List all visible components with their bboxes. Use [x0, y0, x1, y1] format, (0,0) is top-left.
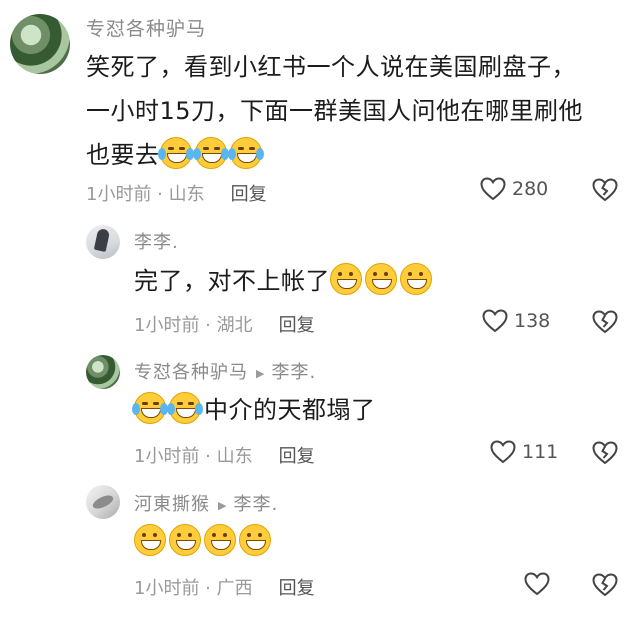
broken-heart-icon[interactable] — [592, 441, 618, 465]
laugh-cry-emoji — [227, 137, 264, 169]
like-button[interactable] — [524, 572, 556, 596]
laugh-cry-emoji — [167, 392, 203, 424]
heart-outline-icon — [482, 309, 508, 333]
laugh-cry-emoji — [192, 137, 229, 169]
grin-emoji — [134, 524, 166, 556]
comment-text-line: 也要去 — [86, 133, 583, 177]
like-button[interactable]: 280 — [480, 177, 548, 201]
broken-heart-icon[interactable] — [592, 178, 618, 202]
comment-meta: 1小时前 · 山东 回复 — [134, 442, 315, 468]
comment-author-line: 河東撕猴 ▶ 李李. — [134, 490, 278, 516]
heart-outline-icon — [524, 572, 550, 596]
grin-emoji — [204, 524, 236, 556]
comment-text: 笑死了，看到小红书一个人说在美国刷盘子， 一小时15刀，下面一群美国人问他在哪里… — [86, 45, 583, 177]
reply-arrow-icon: ▶ — [256, 366, 266, 380]
comment-author[interactable]: 河東撕猴 — [134, 494, 210, 515]
comment-text-line: 一小时15刀，下面一群美国人问他在哪里刷他 — [86, 97, 584, 125]
grin-emoji — [169, 524, 201, 556]
like-button[interactable]: 138 — [482, 309, 550, 333]
reply-button[interactable]: 回复 — [279, 578, 315, 599]
comment-text: 完了，对不上帐了 — [134, 259, 435, 303]
comment-author-line: 专怼各种驴马 ▶ 李李. — [134, 358, 316, 384]
broken-heart-icon[interactable] — [592, 310, 618, 334]
laugh-cry-emoji — [132, 392, 168, 424]
reply-to-name[interactable]: 李李. — [233, 494, 278, 515]
time-location: 1小时前 · 山东 — [86, 184, 205, 205]
time-location: 1小时前 · 湖北 — [134, 315, 253, 336]
comment-author[interactable]: 专怼各种驴马 — [134, 362, 248, 383]
time-location: 1小时前 · 广西 — [134, 578, 253, 599]
grin-emoji — [400, 263, 432, 295]
comment-meta: 1小时前 · 广西 回复 — [134, 574, 315, 600]
reply-to-name[interactable]: 李李. — [271, 362, 316, 383]
comment-text-line: 笑死了，看到小红书一个人说在美国刷盘子， — [86, 53, 576, 81]
like-button[interactable]: 111 — [490, 440, 558, 464]
heart-outline-icon — [490, 440, 516, 464]
like-count: 111 — [522, 441, 559, 463]
comment-meta: 1小时前 · 山东 回复 — [86, 180, 267, 206]
grin-emoji — [330, 263, 362, 295]
avatar[interactable] — [10, 14, 70, 74]
avatar[interactable] — [86, 225, 120, 259]
comment-author[interactable]: 专怼各种驴马 — [86, 14, 206, 41]
comment-text: 中介的天都塌了 — [132, 388, 376, 432]
grin-emoji — [239, 524, 271, 556]
time-location: 1小时前 · 山东 — [134, 446, 253, 467]
heart-outline-icon — [480, 177, 506, 201]
laugh-cry-emoji — [157, 137, 194, 169]
avatar[interactable] — [86, 355, 120, 389]
like-count: 280 — [512, 178, 549, 200]
comment-meta: 1小时前 · 湖北 回复 — [134, 311, 315, 337]
reply-button[interactable]: 回复 — [279, 446, 315, 467]
comment-author[interactable]: 李李. — [134, 228, 179, 254]
avatar[interactable] — [86, 485, 120, 519]
broken-heart-icon[interactable] — [592, 573, 618, 597]
grin-emoji — [365, 263, 397, 295]
comment-text — [134, 520, 274, 564]
reply-button[interactable]: 回复 — [279, 315, 315, 336]
like-count: 138 — [514, 310, 551, 332]
reply-arrow-icon: ▶ — [218, 498, 228, 512]
reply-button[interactable]: 回复 — [231, 184, 267, 205]
